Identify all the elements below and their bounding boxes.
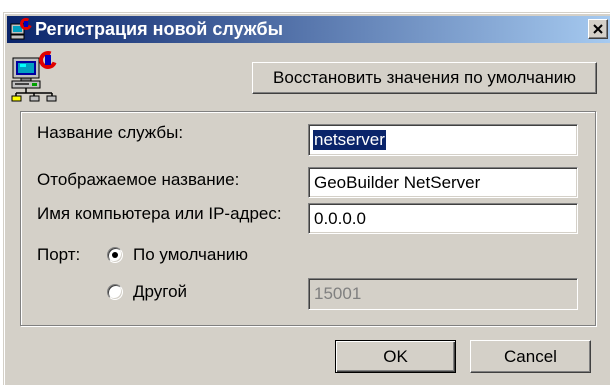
close-icon [593,24,603,34]
service-name-input[interactable]: netserver [308,124,578,156]
port-other-radio[interactable]: Другой [107,281,187,303]
app-icon[interactable] [10,18,32,40]
radio-dot [112,252,118,258]
host-input[interactable]: 0.0.0.0 [308,203,578,234]
close-button[interactable] [588,19,608,39]
cancel-button[interactable]: Cancel [470,340,591,373]
register-service-dialog: Регистрация новой службы Восстановить зн… [0,0,610,385]
host-label: Имя компьютера или IP-адрес: [37,204,282,223]
ok-button[interactable]: OK [335,340,456,373]
display-name-label: Отображаемое название: [37,170,240,189]
custom-port-value: 15001 [314,284,362,303]
host-value: 0.0.0.0 [314,208,366,228]
service-name-value: netserver [313,130,386,150]
cancel-label: Cancel [504,346,557,366]
display-name-value: GeoBuilder NetServer [314,172,481,192]
ok-label: OK [383,346,408,366]
port-other-label: Другой [133,282,188,301]
network-computer-icon [11,51,57,102]
port-default-radio[interactable]: По умолчанию [107,244,248,266]
restore-defaults-button[interactable]: Восстановить значения по умолчанию [252,62,597,94]
radio-circle[interactable] [107,247,123,263]
display-name-input[interactable]: GeoBuilder NetServer [308,167,578,198]
port-label: Порт: [37,245,81,264]
custom-port-input: 15001 [308,278,578,310]
radio-circle[interactable] [107,284,123,300]
restore-defaults-label: Восстановить значения по умолчанию [273,68,576,87]
window-title: Регистрация новой службы [35,19,284,39]
service-name-label: Название службы: [37,123,184,142]
port-default-label: По умолчанию [133,245,248,264]
title-bar[interactable]: Регистрация новой службы [7,16,610,43]
